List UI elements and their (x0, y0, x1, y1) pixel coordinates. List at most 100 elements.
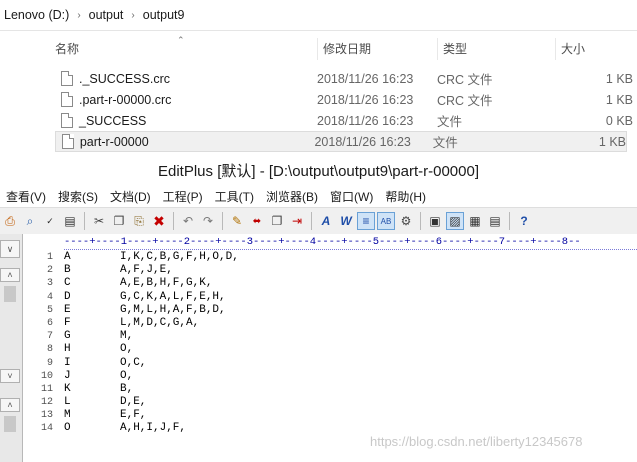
text-line: M E,F, (64, 409, 239, 422)
line-number-icon[interactable]: ≡ (357, 212, 375, 230)
line-key: H (64, 343, 71, 356)
file-row[interactable]: .part-r-00000.crc 2018/11/26 16:23 CRC 文… (55, 89, 637, 110)
text-line: D G,C,K,A,L,F,E,H, (64, 291, 239, 304)
ruler-icon[interactable]: AB (377, 212, 395, 230)
settings-icon[interactable]: ⚙ (397, 212, 415, 230)
column-type[interactable]: 类型 (437, 38, 555, 60)
undo-icon[interactable]: ↶ (179, 212, 197, 230)
text-line: A I,K,C,B,G,F,H,O,D, (64, 251, 239, 264)
column-date[interactable]: 修改日期 (317, 38, 437, 60)
file-date: 2018/11/26 16:23 (317, 113, 414, 128)
file-row-selected[interactable]: part-r-00000 2018/11/26 16:23 文件 1 KB (55, 131, 627, 152)
file-name: .part-r-00000.crc (79, 92, 172, 107)
file-name: _SUCCESS (79, 113, 147, 128)
find-in-files-icon[interactable]: ❐ (268, 212, 286, 230)
toolbar-separator (84, 212, 85, 230)
scroll-up-icon[interactable]: ˄ (0, 398, 20, 412)
scroll-up-icon[interactable]: ˄ (0, 268, 20, 282)
line-key: A (64, 251, 71, 263)
line-key: K (64, 382, 71, 395)
text-editor[interactable]: ----+----1----+----2----+----3----+----4… (23, 234, 637, 462)
breadcrumb-output[interactable]: output (85, 8, 128, 22)
menu-window[interactable]: 窗口(W) (324, 188, 379, 205)
line-key: M (64, 409, 71, 422)
chevron-right-icon[interactable]: › (73, 10, 84, 21)
menu-help[interactable]: 帮助(H) (379, 188, 432, 205)
text-line: O A,H,I,J,F, (64, 422, 239, 435)
line-key: G (64, 330, 71, 343)
chevron-right-icon[interactable]: › (127, 10, 138, 21)
line-number: 10 (40, 370, 53, 382)
output-window-icon[interactable]: ▨ (446, 212, 464, 230)
cliptext-icon[interactable]: ▤ (486, 212, 504, 230)
line-value: L,M,D,C,G,A, (120, 316, 200, 329)
file-row[interactable]: ._SUCCESS.crc 2018/11/26 16:23 CRC 文件 1 … (55, 68, 637, 89)
font-icon[interactable]: A (317, 212, 335, 230)
line-value: G,C,K,A,L,F,E,H, (120, 290, 226, 303)
line-value: E,F, (120, 409, 147, 422)
file-row[interactable]: _SUCCESS 2018/11/26 16:23 文件 0 KB (55, 110, 637, 131)
breadcrumb-output9[interactable]: output9 (139, 8, 189, 22)
line-number: 8 (46, 344, 53, 356)
help-icon[interactable]: ? (515, 212, 533, 230)
line-key: I (64, 356, 71, 369)
column-size[interactable]: 大小 (555, 38, 637, 60)
line-key: F (64, 316, 71, 329)
line-number: 6 (46, 317, 53, 329)
goto-icon[interactable]: ⇥ (288, 212, 306, 230)
line-number: 14 (40, 423, 53, 435)
toolbar: ⎙ ⌕ ✓ ▤ ✂ ❐ ⎘ ✖ ↶ ↷ ✎ ⬌ ❐ ⇥ A W ≡ AB ⚙ ▣… (0, 207, 637, 235)
menu-view[interactable]: 查看(V) (0, 188, 52, 205)
line-key: D (64, 290, 71, 303)
menu-document[interactable]: 文档(D) (104, 188, 157, 205)
file-date: 2018/11/26 16:23 (317, 92, 414, 107)
find-icon[interactable]: ✎ (228, 212, 246, 230)
editplus-window: EditPlus [默认] - [D:\output\output9\part-… (0, 158, 637, 462)
toolbar-separator (420, 212, 421, 230)
menu-search[interactable]: 搜索(S) (52, 188, 104, 205)
toolbar-separator (311, 212, 312, 230)
code-area[interactable]: A I,K,C,B,G,F,H,O,D, B A,F,J,E, C A,E,B,H,F… (64, 251, 239, 436)
replace-icon[interactable]: ⬌ (248, 212, 266, 230)
copy-icon[interactable]: ❐ (110, 212, 128, 230)
menu-browser[interactable]: 浏览器(B) (260, 188, 324, 205)
line-value: B, (120, 382, 134, 395)
print-icon[interactable]: ⎙ (1, 212, 19, 230)
line-number: 2 (46, 265, 53, 277)
breadcrumb: Lenovo (D:) › output › output9 (0, 0, 637, 31)
scroll-down-icon[interactable]: ˅ (0, 369, 20, 383)
line-value: D,E, (120, 396, 147, 409)
text-line: J O, (64, 370, 239, 383)
file-icon (61, 113, 73, 128)
menu-bar: 查看(V) 搜索(S) 文档(D) 工程(P) 工具(T) 浏览器(B) 窗口(… (0, 186, 637, 206)
document-icon[interactable]: ▤ (61, 212, 79, 230)
column-name[interactable]: ⌃ 名称 (55, 35, 317, 60)
scrollbar-thumb[interactable] (4, 286, 16, 302)
delete-icon[interactable]: ✖ (150, 212, 168, 230)
file-date: 2018/11/26 16:23 (317, 71, 414, 86)
file-type: 文件 (437, 115, 463, 129)
word-wrap-icon[interactable]: W (337, 212, 355, 230)
dropdown-icon[interactable]: ∨ (0, 240, 20, 258)
text-line: I O,C, (64, 357, 239, 370)
line-value: O, (120, 369, 134, 382)
menu-tools[interactable]: 工具(T) (209, 188, 260, 205)
text-line: G M, (64, 330, 239, 343)
file-icon (61, 92, 73, 107)
window-icon[interactable]: ▣ (426, 212, 444, 230)
breadcrumb-drive[interactable]: Lenovo (D:) (0, 8, 73, 22)
spellcheck-icon[interactable]: ✓ (41, 212, 59, 230)
menu-project[interactable]: 工程(P) (157, 188, 209, 205)
file-type: 文件 (432, 136, 458, 150)
side-panel: ∨ ˄ ˅ ˄ (0, 234, 23, 462)
watermark: https://blog.csdn.net/liberty12345678 (370, 434, 583, 449)
paste-icon[interactable]: ⎘ (130, 212, 148, 230)
print-preview-icon[interactable]: ⌕ (21, 212, 39, 230)
scrollbar-thumb[interactable] (4, 416, 16, 432)
cut-icon[interactable]: ✂ (90, 212, 108, 230)
line-number: 12 (40, 397, 53, 409)
line-number: 9 (46, 357, 53, 369)
sort-up-icon: ⌃ (177, 35, 185, 45)
redo-icon[interactable]: ↷ (199, 212, 217, 230)
directory-icon[interactable]: ▦ (466, 212, 484, 230)
